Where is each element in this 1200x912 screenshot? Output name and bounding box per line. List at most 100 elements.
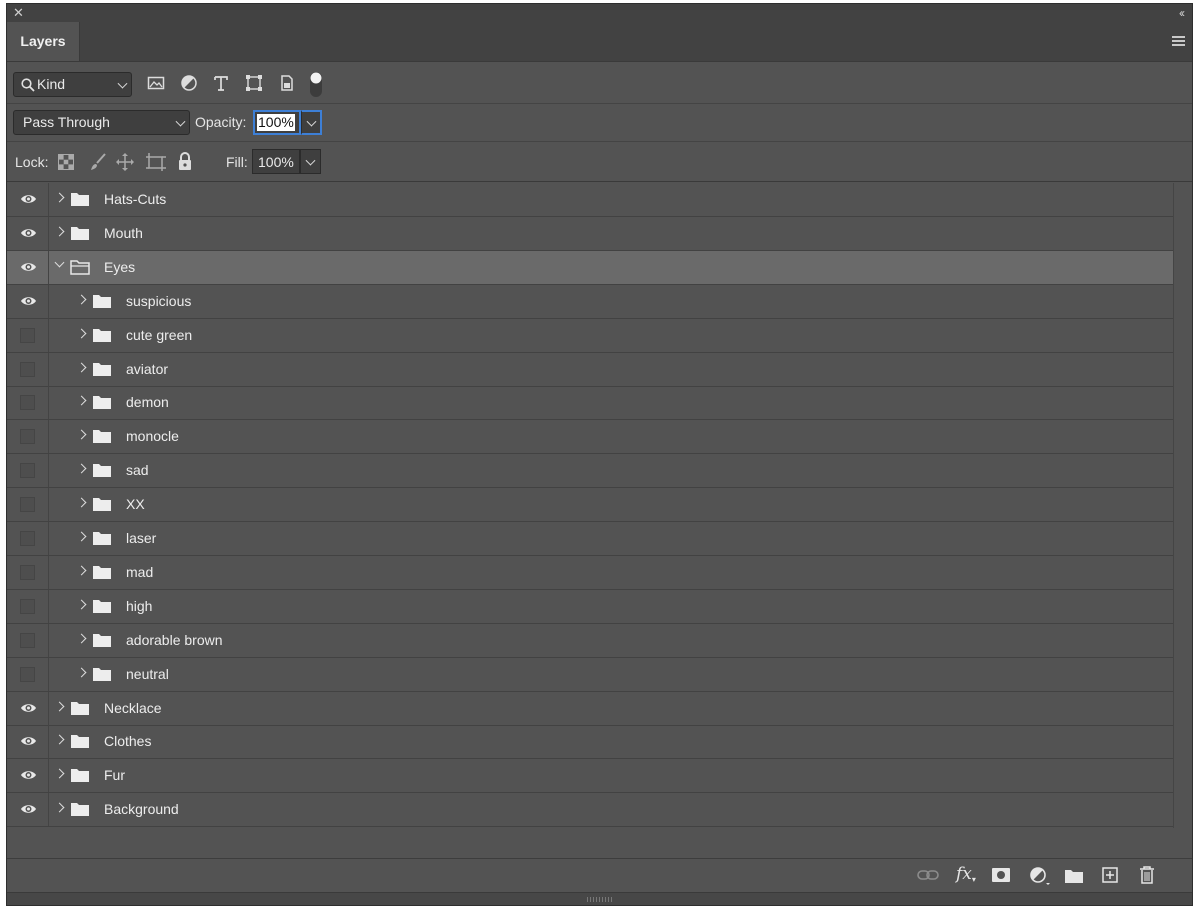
visibility-toggle[interactable] — [7, 386, 49, 420]
chevron-right-icon[interactable] — [54, 701, 65, 711]
layer-row[interactable]: laser — [7, 522, 1173, 556]
layer-row[interactable]: aviator — [7, 352, 1173, 387]
kind-filter-label: Kind — [37, 76, 66, 92]
eye-icon — [21, 263, 36, 271]
lock-artboard-icon[interactable] — [145, 152, 167, 172]
new-layer-icon[interactable] — [1102, 867, 1118, 883]
chevron-right-icon[interactable] — [76, 565, 87, 576]
layer-row[interactable]: XX — [7, 488, 1173, 523]
chevron-right-icon[interactable] — [76, 463, 87, 474]
kind-filter-select[interactable]: Kind — [13, 72, 132, 97]
fill-dropdown-button[interactable] — [300, 149, 321, 174]
chevron-right-icon[interactable] — [76, 429, 87, 440]
visibility-toggle[interactable] — [7, 589, 49, 623]
chevron-right-icon[interactable] — [76, 294, 87, 305]
chevron-right-icon[interactable] — [76, 667, 87, 678]
layer-row[interactable]: monocle — [7, 420, 1173, 455]
lock-transparent-icon[interactable] — [58, 154, 74, 170]
panel-menu-icon[interactable] — [1172, 36, 1185, 48]
visibility-toggle[interactable] — [7, 420, 49, 454]
lock-position-icon[interactable] — [115, 152, 135, 172]
visibility-toggle[interactable] — [7, 488, 49, 522]
layer-row[interactable]: Eyes — [7, 250, 1173, 285]
opacity-dropdown-button[interactable] — [301, 110, 322, 135]
visibility-toggle[interactable] — [7, 216, 49, 250]
visibility-toggle[interactable] — [7, 691, 49, 725]
layer-name: Clothes — [104, 733, 152, 750]
chevron-right-icon[interactable] — [76, 362, 87, 372]
layer-name: aviator — [126, 360, 169, 377]
resize-grip-icon[interactable] — [587, 897, 613, 902]
chevron-right-icon[interactable] — [76, 395, 87, 406]
chevron-right-icon[interactable] — [76, 328, 87, 339]
layer-name: sad — [126, 462, 149, 479]
chevron-right-icon[interactable] — [54, 802, 65, 813]
visibility-toggle[interactable] — [7, 183, 49, 216]
layer-row[interactable]: Hats-Cuts — [7, 183, 1173, 217]
close-icon[interactable]: ✕ — [13, 5, 24, 21]
chevron-right-icon[interactable] — [54, 734, 65, 745]
shape-filter-icon[interactable] — [244, 73, 264, 93]
visibility-toggle[interactable] — [7, 318, 49, 352]
type-filter-icon[interactable] — [211, 73, 231, 93]
new-group-icon[interactable] — [1065, 869, 1083, 883]
resize-strip[interactable] — [7, 892, 1192, 905]
layer-name: Mouth — [104, 224, 143, 241]
layer-row[interactable]: neutral — [7, 657, 1173, 692]
layer-row[interactable]: Mouth — [7, 216, 1173, 251]
chevron-right-icon[interactable] — [54, 768, 65, 779]
chevron-down-icon — [305, 155, 316, 166]
scrollbar-track[interactable] — [1173, 183, 1192, 828]
visibility-toggle[interactable] — [7, 555, 49, 589]
layer-row[interactable]: Background — [7, 793, 1173, 828]
fx-icon[interactable]: fx▾ — [956, 864, 976, 884]
opacity-input[interactable]: 100% — [253, 110, 301, 135]
visibility-toggle[interactable] — [7, 352, 49, 386]
folder-icon — [71, 735, 89, 749]
layer-row[interactable]: cute green — [7, 318, 1173, 353]
visibility-toggle[interactable] — [7, 759, 49, 793]
chevron-right-icon[interactable] — [76, 497, 87, 508]
visibility-toggle[interactable] — [7, 623, 49, 657]
adjustment-layer-icon[interactable] — [1029, 866, 1051, 886]
visibility-toggle[interactable] — [7, 454, 49, 488]
layer-mask-icon[interactable] — [992, 868, 1010, 882]
link-layers-icon[interactable] — [917, 869, 939, 881]
visibility-toggle[interactable] — [7, 284, 49, 318]
layer-row[interactable]: sad — [7, 454, 1173, 489]
smart-object-filter-icon[interactable] — [277, 73, 297, 93]
lock-all-icon[interactable] — [177, 151, 193, 171]
fill-input[interactable]: 100% — [252, 149, 300, 174]
layer-row[interactable]: demon — [7, 386, 1173, 421]
chevron-right-icon[interactable] — [76, 633, 87, 644]
layer-row[interactable]: Necklace — [7, 691, 1173, 726]
visibility-toggle[interactable] — [7, 657, 49, 691]
chevron-right-icon[interactable] — [76, 599, 87, 610]
layer-row[interactable]: Fur — [7, 759, 1173, 794]
chevron-right-icon[interactable] — [76, 531, 87, 542]
layer-row[interactable]: high — [7, 589, 1173, 624]
layer-name: cute green — [126, 326, 193, 343]
blend-mode-value: Pass Through — [23, 114, 110, 130]
adjustment-filter-icon[interactable] — [179, 73, 199, 93]
filter-toggle-icon[interactable] — [309, 71, 323, 98]
visibility-toggle[interactable] — [7, 522, 49, 555]
trash-icon[interactable] — [1139, 865, 1155, 884]
tab-layers[interactable]: Layers — [7, 22, 80, 61]
visibility-toggle[interactable] — [7, 793, 49, 827]
search-icon — [21, 78, 35, 92]
visibility-toggle[interactable] — [7, 725, 49, 759]
chevron-right-icon[interactable] — [54, 226, 65, 237]
visibility-toggle[interactable] — [7, 250, 49, 284]
lock-row: Lock: Fill: 100% — [7, 142, 1192, 182]
layer-row[interactable]: suspicious — [7, 284, 1173, 319]
lock-paint-icon[interactable] — [88, 152, 108, 172]
layer-row[interactable]: adorable brown — [7, 623, 1173, 658]
image-filter-icon[interactable] — [146, 73, 166, 93]
collapse-panel-icon[interactable]: ‹‹ — [1179, 5, 1185, 21]
layer-row[interactable]: Clothes — [7, 725, 1173, 760]
chevron-down-icon[interactable] — [54, 257, 65, 268]
chevron-right-icon[interactable] — [54, 192, 65, 203]
layer-row[interactable]: mad — [7, 555, 1173, 590]
blend-mode-select[interactable]: Pass Through — [13, 110, 190, 135]
